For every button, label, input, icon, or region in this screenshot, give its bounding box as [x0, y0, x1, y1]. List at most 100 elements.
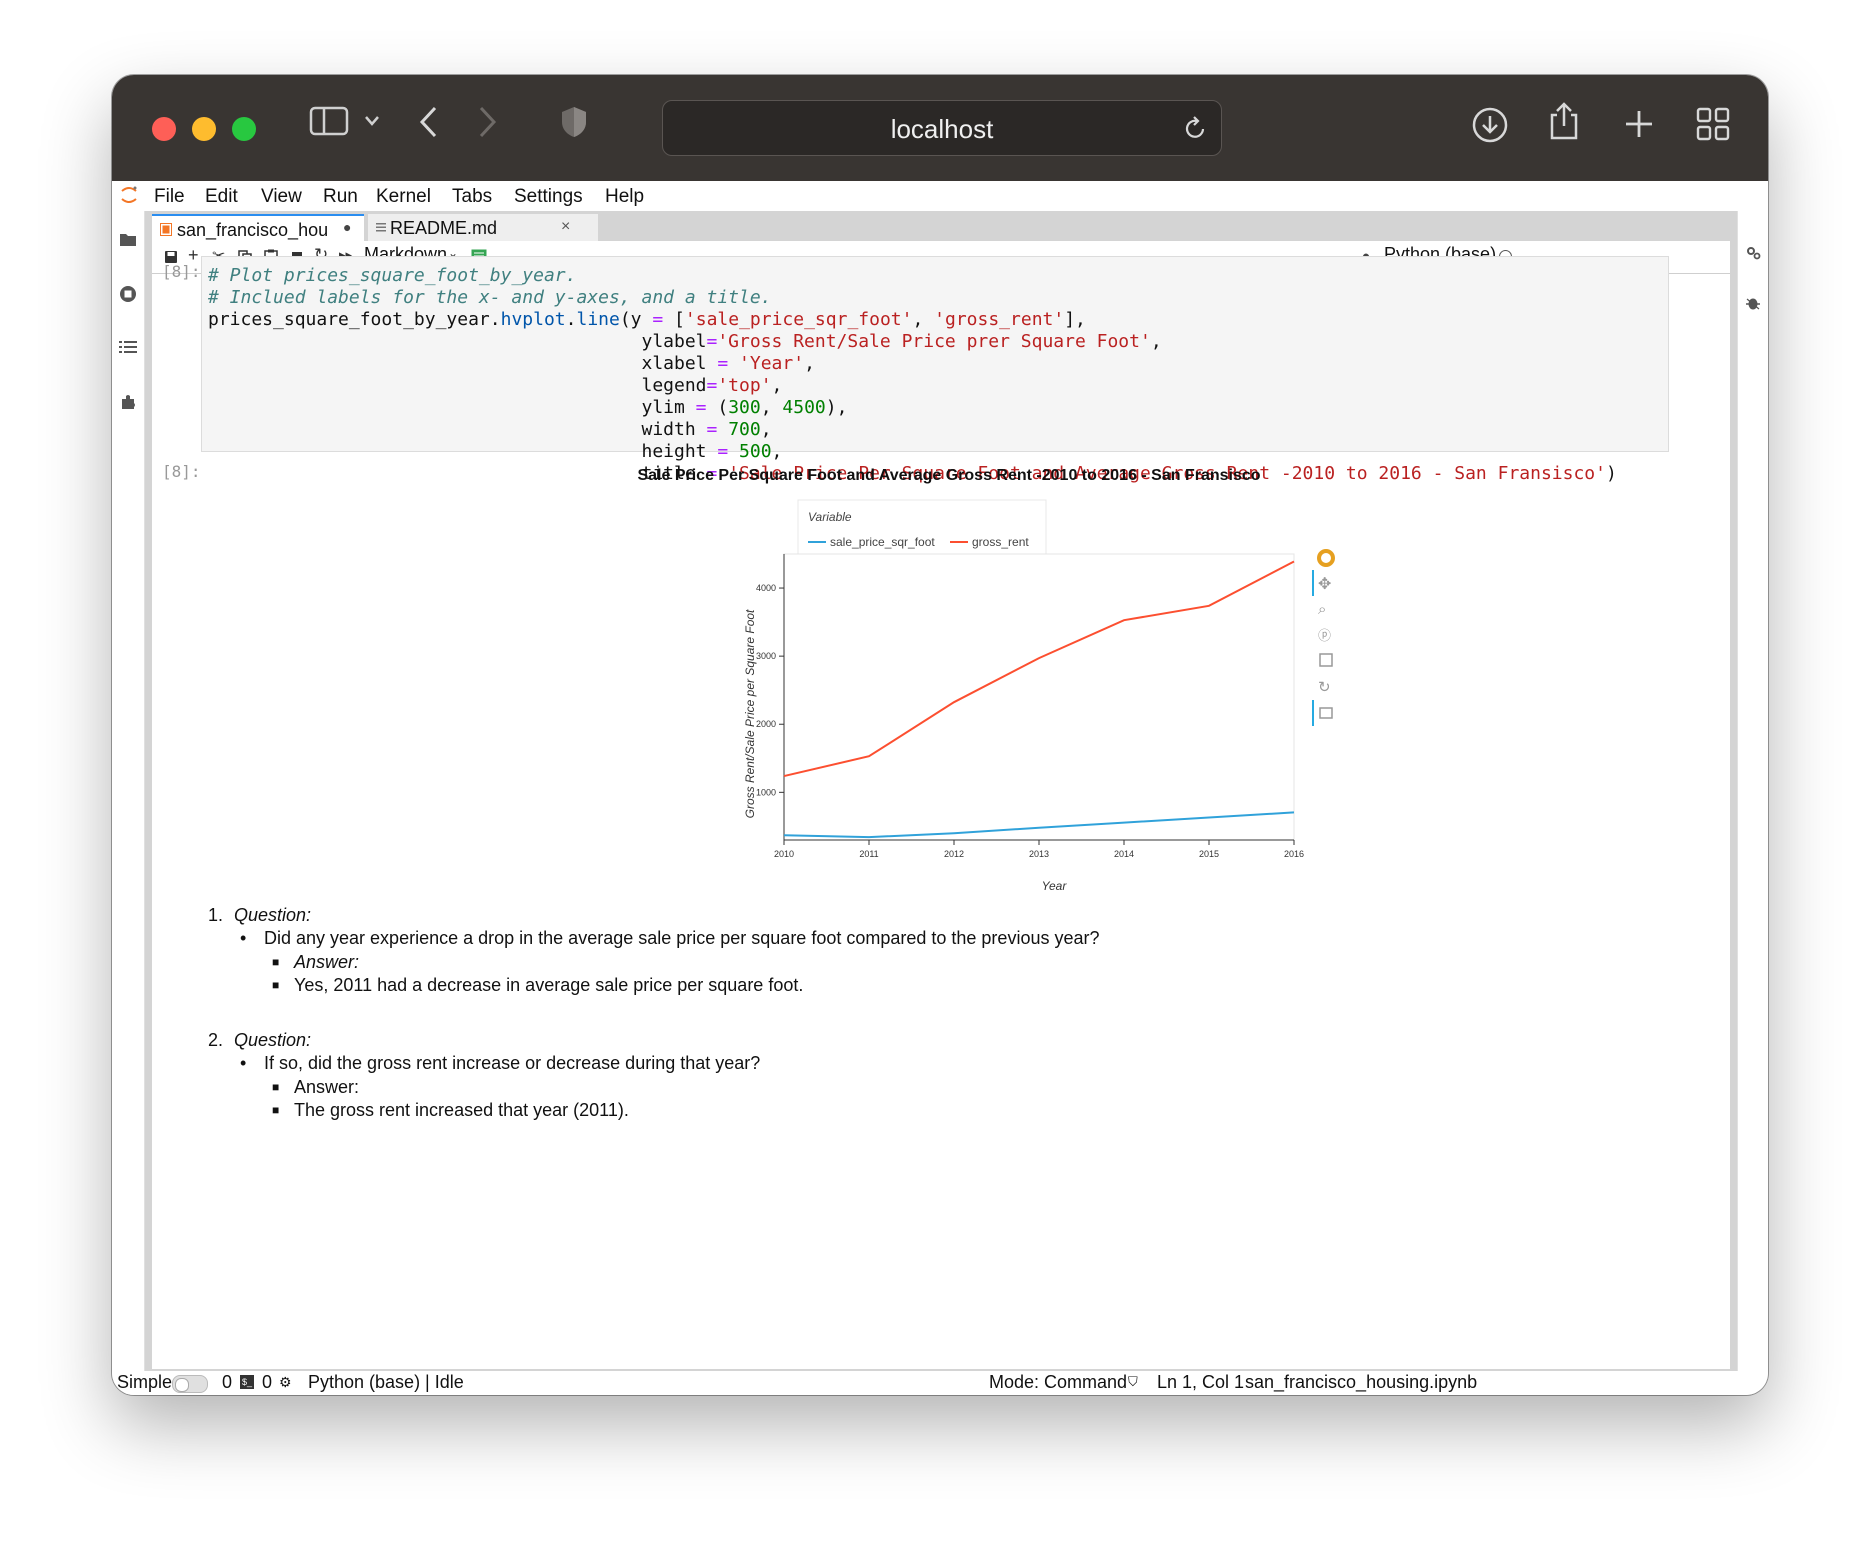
x-axis-label: Year	[1042, 879, 1068, 893]
tab-readme-label: README.md	[390, 218, 498, 238]
file-name: san_francisco_housing.ipynb	[1245, 1372, 1478, 1392]
menu-run[interactable]: Run	[323, 186, 358, 208]
square-bullet-icon: ■	[272, 978, 280, 992]
folder-icon[interactable]	[119, 231, 137, 249]
input-prompt: [8]:	[162, 262, 201, 281]
tabs-grid-icon[interactable]	[1696, 107, 1730, 141]
status-bar: Simple 0 $_ 0 ⚙ Python (base) | Idle Mod…	[112, 1371, 1768, 1395]
square-bullet-icon: ■	[272, 955, 280, 969]
menu-kernel[interactable]: Kernel	[376, 186, 431, 208]
shield-icon[interactable]	[559, 105, 589, 139]
plot-toolbar: ✥ ⌕ ⓟ ↻	[1312, 549, 1335, 726]
code-cell[interactable]: # Plot prices_square_foot_by_year. # Inc…	[201, 256, 1669, 484]
y-tick-label: 2000	[756, 719, 776, 729]
unsaved-dot-icon[interactable]: ●	[343, 219, 351, 235]
q2-answer: The gross rent increased that year (2011…	[294, 1100, 629, 1120]
property-inspector-icon[interactable]	[1745, 245, 1761, 261]
reset-tool-icon[interactable]: ↻	[1318, 678, 1331, 696]
command-mode: Mode: Command	[989, 1372, 1128, 1392]
q1-answer-label: Answer:	[294, 952, 360, 972]
pan-tool-icon[interactable]: ✥	[1318, 574, 1331, 593]
jupyter-logo-icon	[121, 186, 137, 203]
bokeh-logo-icon[interactable]	[1317, 549, 1335, 567]
running-icon[interactable]	[119, 285, 137, 303]
q1-label: Question:	[234, 905, 312, 925]
x-tick-label: 2013	[1029, 849, 1049, 859]
table-of-contents-icon[interactable]	[119, 339, 137, 357]
q2-number: 2.	[208, 1030, 224, 1050]
q2-text: If so, did the gross rent increase or de…	[264, 1053, 761, 1073]
zoom-window-button[interactable]	[232, 117, 256, 141]
wheel-zoom-tool-icon[interactable]: ⓟ	[1318, 629, 1331, 644]
reload-icon[interactable]	[1183, 115, 1207, 141]
tab-readme[interactable]: README.md ×	[368, 214, 598, 241]
chevron-down-icon[interactable]	[364, 115, 380, 127]
line-chart: Sale Price Per Square Foot and Average G…	[637, 467, 1335, 893]
right-sidebar	[1737, 211, 1768, 1371]
q1-answer: Yes, 2011 had a decrease in average sale…	[294, 975, 804, 995]
browser-toolbar: localhost	[112, 75, 1768, 181]
menu-settings[interactable]: Settings	[514, 186, 583, 208]
menu-tabs[interactable]: Tabs	[452, 186, 492, 208]
chart-legend: Variable sale_price_sqr_foot gross_rent	[797, 499, 1047, 557]
kernel-count: 0	[262, 1372, 273, 1392]
address-bar[interactable]: localhost	[662, 100, 1222, 156]
menu-help[interactable]: Help	[605, 186, 644, 208]
y-tick-label: 1000	[756, 787, 776, 797]
sidebar-icon[interactable]	[309, 105, 349, 137]
download-icon[interactable]	[1472, 107, 1508, 143]
trusted-shield-icon[interactable]: ⛉	[1128, 1374, 1138, 1390]
plot-frame	[783, 553, 1295, 841]
hover-tool-icon[interactable]	[1319, 707, 1333, 719]
bullet-icon: •	[240, 928, 247, 948]
y-tick-label: 4000	[756, 583, 776, 593]
tab-notebook[interactable]: san_francisco_hou ●	[152, 214, 364, 243]
menu-edit[interactable]: Edit	[205, 186, 238, 208]
box-zoom-tool-icon[interactable]: ⌕	[1318, 600, 1326, 618]
share-icon[interactable]	[1548, 101, 1580, 141]
y-tick-label: 3000	[756, 651, 776, 661]
q2-answer-label: Answer:	[294, 1077, 360, 1097]
terminal-count: 0	[222, 1372, 233, 1392]
left-sidebar	[112, 211, 145, 1371]
menu-file[interactable]: File	[154, 186, 185, 208]
minimize-window-button[interactable]	[192, 117, 216, 141]
chart-title: Sale Price Per Square Foot and Average G…	[637, 467, 1260, 484]
plus-icon[interactable]	[1624, 109, 1654, 139]
close-tab-icon[interactable]: ×	[561, 218, 570, 236]
q2-label: Question:	[234, 1030, 312, 1050]
q1-text: Did any year experience a drop in the av…	[264, 928, 1100, 948]
y-axis-label: Gross Rent/Sale Price per Square Foot	[743, 609, 757, 818]
terminal-icon[interactable]: $_	[240, 1375, 254, 1389]
x-tick-label: 2012	[944, 849, 964, 859]
url-text: localhost	[890, 114, 994, 144]
code-editor[interactable]: # Plot prices_square_foot_by_year. # Inc…	[208, 265, 1617, 485]
x-tick-label: 2015	[1199, 849, 1219, 859]
q1-number: 1.	[208, 905, 224, 925]
x-tick-label: 2014	[1114, 849, 1134, 859]
bullet-icon: •	[240, 1053, 247, 1073]
menu-view[interactable]: View	[261, 186, 302, 208]
close-window-button[interactable]	[152, 117, 176, 141]
extensions-icon[interactable]	[119, 393, 137, 411]
cursor-position[interactable]: Ln 1, Col 1	[1157, 1372, 1244, 1393]
legend-item-gross-rent: gross_rent	[972, 535, 1029, 549]
legend-title: Variable	[808, 510, 852, 524]
x-tick-label: 2016	[1284, 849, 1304, 859]
back-icon[interactable]	[417, 105, 439, 139]
markdown-file-icon	[376, 223, 386, 232]
tab-notebook-label: san_francisco_hou	[177, 220, 329, 240]
kernel-status[interactable]: Python (base) | Idle	[308, 1372, 464, 1393]
legend-item-sale-price: sale_price_sqr_foot	[830, 535, 935, 549]
simple-mode-toggle[interactable]	[172, 1375, 208, 1393]
notebook-icon	[160, 223, 172, 236]
forward-icon[interactable]	[477, 105, 499, 139]
kernel-gear-icon[interactable]: ⚙	[279, 1374, 292, 1391]
simple-mode-label: Simple	[117, 1372, 173, 1392]
output-prompt: [8]:	[162, 462, 201, 481]
menu-bar: File Edit View Run Kernel Tabs Settings …	[112, 181, 1768, 211]
x-tick-label: 2010	[774, 849, 794, 859]
debugger-icon[interactable]	[1745, 295, 1761, 311]
save-tool-icon[interactable]	[1319, 653, 1333, 667]
document-tab-bar: san_francisco_hou ● README.md ×	[152, 211, 632, 243]
